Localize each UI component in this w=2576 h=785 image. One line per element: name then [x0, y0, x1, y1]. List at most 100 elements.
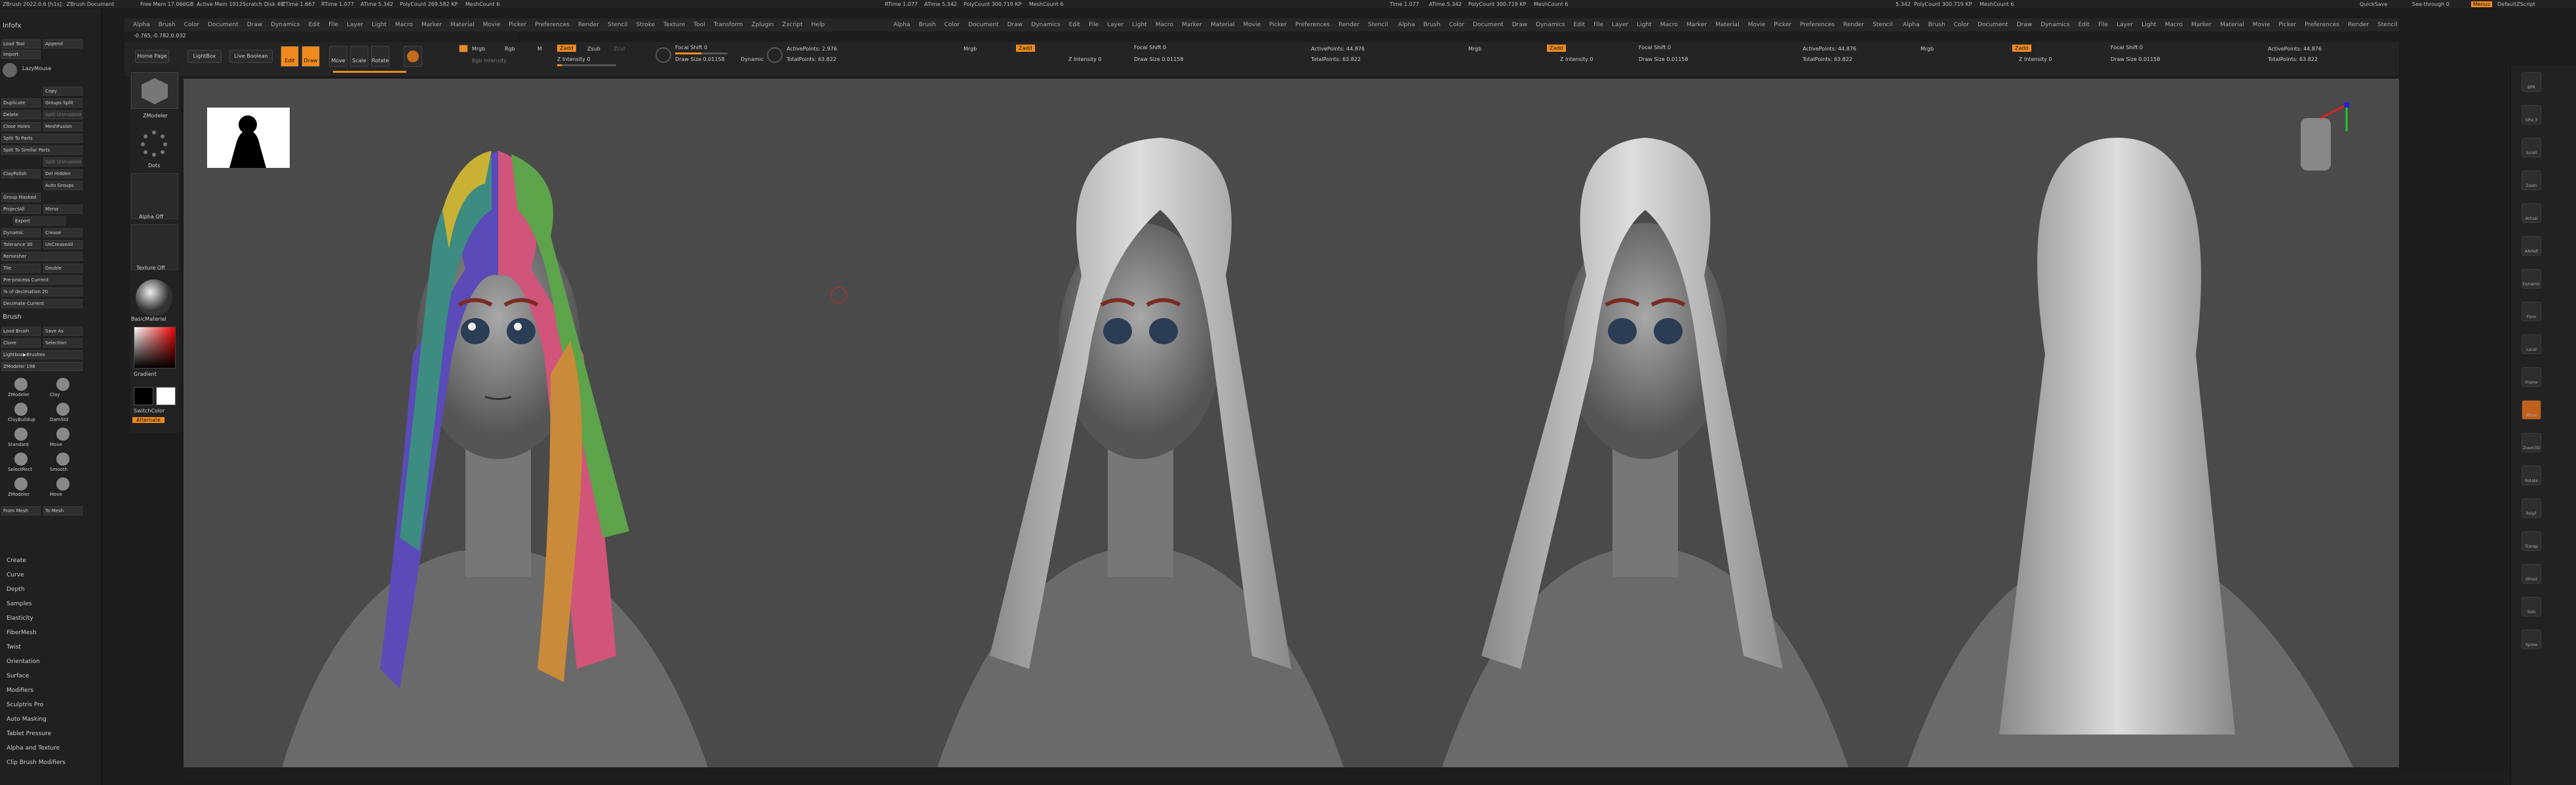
menu-brush[interactable]: Brush — [919, 18, 936, 31]
menu-preferences[interactable]: Preferences — [1800, 18, 1835, 31]
d-dial-icon[interactable] — [767, 47, 783, 63]
z-intensity-slider-4[interactable]: Z Intensity 0 — [2019, 56, 2052, 62]
mrgb-button-2[interactable]: Mrgb — [964, 46, 977, 52]
menu-macro[interactable]: Macro — [1660, 18, 1678, 31]
scale-button[interactable]: Scale — [350, 46, 368, 67]
menu-preferences[interactable]: Preferences — [2305, 18, 2339, 31]
menu-light[interactable]: Light — [2141, 18, 2156, 31]
material-icon[interactable] — [131, 275, 178, 321]
texture-slot[interactable] — [131, 224, 178, 270]
tile-button[interactable]: Tile — [1, 264, 41, 273]
menu-marker[interactable]: Marker — [421, 18, 442, 31]
menu-picker[interactable]: Picker — [1269, 18, 1287, 31]
menu-help[interactable]: Help — [811, 18, 825, 31]
menu-document[interactable]: Document — [1978, 18, 2008, 31]
menu-zscript[interactable]: Zscript — [782, 18, 802, 31]
menu-alpha[interactable]: Alpha — [1903, 18, 1920, 31]
double-button[interactable]: Double — [43, 264, 83, 273]
menus-button[interactable]: Menus — [2471, 1, 2493, 7]
rail-local-button[interactable]: Local — [2522, 334, 2541, 354]
draw-size-slider[interactable]: Draw Size 0.01158 — [675, 56, 724, 62]
zmodeler-slider[interactable]: ZModeler 198 — [1, 362, 83, 371]
lightbox-button[interactable]: LightBox — [187, 50, 222, 63]
see-through-slider[interactable]: See-through 0 — [2412, 1, 2449, 7]
z-intensity-slider[interactable]: Z Intensity 0 — [557, 56, 590, 62]
switch-color-label[interactable]: SwitchColor — [134, 408, 165, 414]
menu-brush[interactable]: Brush — [159, 18, 176, 31]
brush-slot[interactable]: ZModeler — [3, 476, 39, 500]
color-picker[interactable] — [134, 327, 176, 369]
menu-draw[interactable]: Draw — [2017, 18, 2033, 31]
menu-material[interactable]: Material — [2220, 18, 2244, 31]
from-mesh-button[interactable]: From Mesh — [1, 506, 41, 515]
main-color-swatch[interactable] — [134, 387, 153, 405]
mrgb-button[interactable]: Mrgb — [472, 46, 485, 52]
menu-marker[interactable]: Marker — [1182, 18, 1202, 31]
lightbox-brushes-button[interactable]: Lightbox▶Brushes — [1, 350, 83, 359]
menu-color[interactable]: Color — [1449, 18, 1465, 31]
viewport-4[interactable] — [1894, 79, 2399, 767]
menu-draw[interactable]: Draw — [1512, 18, 1528, 31]
zadd-button-3[interactable]: Zadd — [1547, 45, 1566, 52]
menu-preferences[interactable]: Preferences — [1295, 18, 1330, 31]
delete-button[interactable]: Delete — [1, 110, 41, 119]
menu-edit[interactable]: Edit — [1069, 18, 1080, 31]
brush-slot[interactable]: Clay — [45, 376, 81, 400]
bottom-scrollbar[interactable] — [184, 774, 2510, 780]
clone-button[interactable]: Clone — [1, 338, 41, 348]
split-unmasked-points-button[interactable]: Split Unmasked Points — [43, 157, 83, 167]
menu-marker[interactable]: Marker — [1687, 18, 1707, 31]
rail-zoom3d-button[interactable]: Zoom3D — [2522, 433, 2541, 453]
menu-preferences[interactable]: Preferences — [535, 18, 570, 31]
palette-modifiers[interactable]: Modifiers — [7, 687, 33, 694]
rail-solo-button[interactable]: Solo — [2522, 597, 2541, 616]
rail-frame-button[interactable]: Frame — [2522, 367, 2541, 387]
decimation-slider[interactable]: % of decimation 20 — [1, 287, 83, 296]
menu-edit[interactable]: Edit — [1574, 18, 1585, 31]
material-sphere-icon[interactable] — [404, 46, 422, 67]
menu-dynamics[interactable]: Dynamics — [1031, 18, 1060, 31]
viewport-2[interactable] — [885, 79, 1390, 767]
mesh-fusion-button[interactable]: MeshFusion — [43, 122, 83, 131]
selection-button[interactable]: Selection — [43, 338, 83, 348]
load-brush-button[interactable]: Load Brush — [1, 327, 41, 336]
zadd-button[interactable]: Zadd — [557, 45, 576, 52]
rail-floor-button[interactable]: Floor — [2522, 302, 2541, 321]
menu-stroke[interactable]: Stroke — [636, 18, 655, 31]
menu-dynamics[interactable]: Dynamics — [1536, 18, 1565, 31]
copy-button[interactable]: Copy — [43, 87, 83, 96]
a-toggle[interactable] — [459, 45, 468, 52]
home-page-button[interactable]: Home Page — [135, 50, 169, 63]
alpha-slot[interactable] — [131, 173, 178, 219]
tool-thumbnail[interactable] — [131, 72, 178, 109]
del-hidden-button[interactable]: Del Hidden — [43, 169, 83, 178]
menu-color[interactable]: Color — [1954, 18, 1970, 31]
draw-button[interactable]: Draw — [302, 46, 320, 67]
menu-brush[interactable]: Brush — [1424, 18, 1441, 31]
brush-slot[interactable]: DamStd — [45, 401, 81, 425]
menu-file[interactable]: File — [328, 18, 338, 31]
s-dial-icon[interactable] — [655, 47, 671, 63]
menu-brush[interactable]: Brush — [1928, 18, 1945, 31]
uncrease-all-button[interactable]: UnCreaseAll — [43, 240, 83, 249]
draw-size-4[interactable]: Draw Size 0.01158 — [2111, 56, 2160, 62]
duplicate-button[interactable]: Duplicate — [1, 98, 41, 108]
menu-file[interactable]: File — [1593, 18, 1603, 31]
menu-render[interactable]: Render — [578, 18, 599, 31]
menu-material[interactable]: Material — [1715, 18, 1740, 31]
menu-alpha[interactable]: Alpha — [1398, 18, 1415, 31]
decimate-current-button[interactable]: Decimate Current — [1, 299, 83, 308]
save-as-button[interactable]: Save As — [43, 327, 83, 336]
zadd-button-2[interactable]: Zadd — [1016, 45, 1035, 52]
rotate-button[interactable]: Rotate — [371, 46, 389, 67]
menu-layer[interactable]: Layer — [1612, 18, 1628, 31]
preprocess-button[interactable]: Pre-process Current — [1, 275, 83, 285]
rail-actual-button[interactable]: Actual — [2522, 203, 2541, 223]
menu-texture[interactable]: Texture — [663, 18, 685, 31]
to-mesh-button[interactable]: To Mesh — [43, 506, 83, 515]
append-button[interactable]: Append — [43, 39, 83, 49]
menu-alpha[interactable]: Alpha — [893, 18, 910, 31]
move-button[interactable]: Move — [329, 46, 347, 67]
z-intensity-slider-3[interactable]: Z Intensity 0 — [1560, 56, 1593, 62]
dynamic-toggle[interactable]: Dynamic — [1, 228, 41, 237]
